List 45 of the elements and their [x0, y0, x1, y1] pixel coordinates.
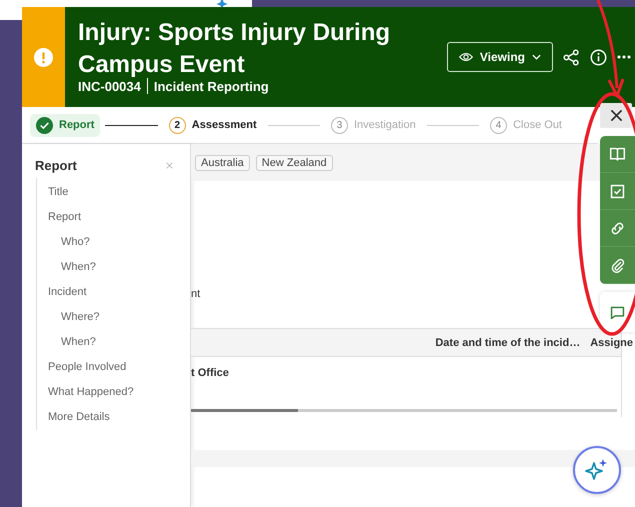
tag-chip: Australia	[195, 154, 250, 170]
outline-link[interactable]: When?	[37, 330, 96, 355]
paperclip-icon	[609, 256, 626, 274]
close-icon[interactable]	[166, 162, 173, 168]
table-cell-text: t Office	[191, 366, 230, 379]
horizontal-scrollbar[interactable]	[191, 409, 617, 412]
chevron-down-icon	[532, 54, 541, 60]
close-button[interactable]	[600, 103, 632, 128]
record-id: INC-00034	[78, 78, 141, 94]
step-number: 4	[490, 116, 508, 134]
record-title: Injury: Sports Injury During Campus Event	[78, 18, 392, 77]
outline-link[interactable]: More Details	[37, 405, 110, 430]
speech-bubble-icon	[609, 304, 626, 320]
outline-link[interactable]: What Happened?	[37, 380, 134, 405]
step-tab[interactable]: Report	[30, 114, 100, 136]
column-header[interactable]: Date and time of the incid…	[435, 336, 580, 348]
link-icon	[609, 220, 626, 236]
checkbox-icon	[609, 182, 626, 200]
view-mode-dropdown[interactable]: Viewing	[446, 42, 553, 72]
step-tab[interactable]: 2 Assessment	[162, 114, 263, 136]
step-number: 3	[330, 116, 348, 134]
info-icon[interactable]	[590, 48, 607, 66]
field-label: nt	[191, 288, 200, 300]
step-tab[interactable]: 4 Close Out	[484, 114, 568, 136]
outline-link[interactable]: Where?	[37, 305, 100, 330]
book-icon	[609, 146, 626, 162]
tag-chip: New Zealand	[256, 154, 333, 170]
column-header[interactable]: Assigne	[590, 336, 633, 348]
outline-link[interactable]: Report	[37, 205, 82, 230]
outline-title: Report	[35, 158, 77, 172]
step-number: 2	[168, 116, 186, 134]
process-name: Incident Reporting	[154, 78, 269, 94]
more-icon[interactable]	[617, 55, 631, 59]
step-tab[interactable]: 3 Investigation	[324, 114, 422, 136]
check-circle-icon	[36, 116, 53, 134]
eye-icon	[458, 52, 473, 62]
warning-icon	[34, 48, 53, 66]
outline-link[interactable]: People Involved	[37, 355, 126, 380]
outline-link[interactable]: Incident	[37, 280, 87, 305]
sparkle-icon	[585, 458, 609, 482]
scrollbar-thumb[interactable]	[191, 409, 298, 412]
share-icon[interactable]	[563, 48, 580, 66]
outline-link[interactable]: Who?	[37, 230, 90, 255]
outline-link[interactable]: When?	[37, 255, 96, 280]
outline-link[interactable]: Title	[37, 180, 68, 205]
